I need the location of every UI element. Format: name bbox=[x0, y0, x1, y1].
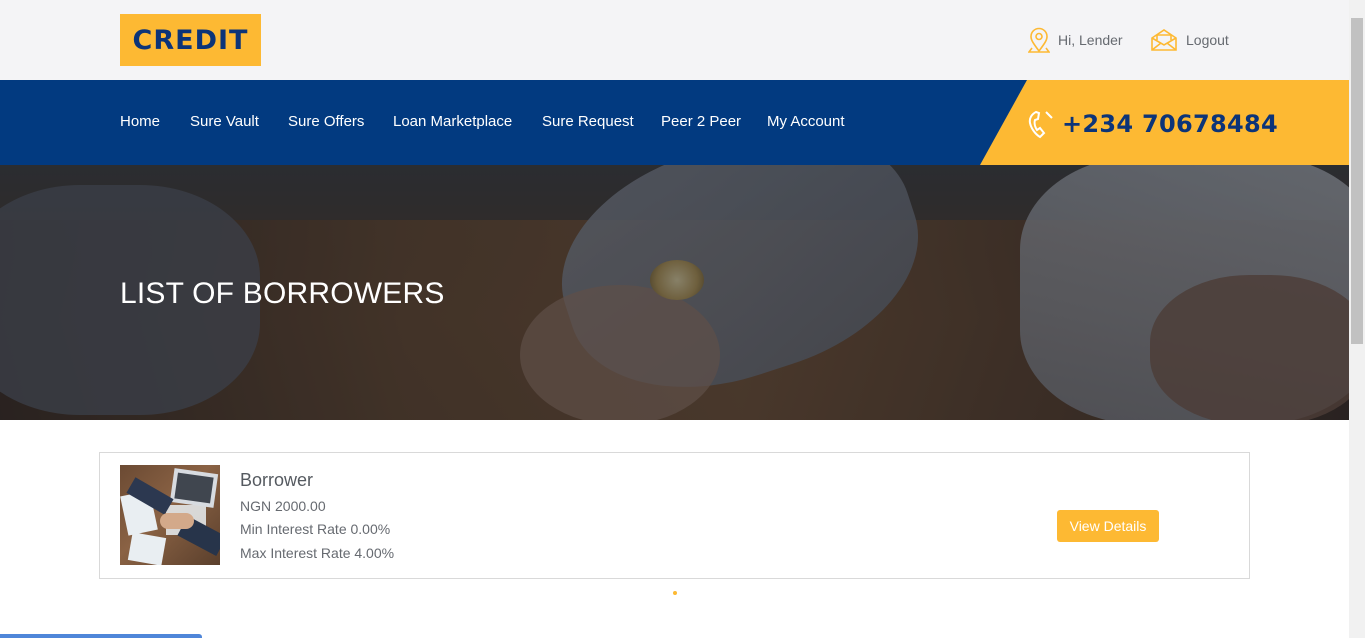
bottom-bar-strip bbox=[0, 634, 202, 638]
phone-icon bbox=[1026, 108, 1056, 145]
nav-item-my-account[interactable]: My Account bbox=[767, 113, 845, 130]
page-title: LIST OF BORROWERS bbox=[120, 277, 445, 310]
logout-label: Logout bbox=[1186, 32, 1229, 48]
thumb-paper bbox=[127, 532, 167, 565]
envelope-icon bbox=[1150, 28, 1178, 52]
phone-number[interactable]: +234 70678484 bbox=[1062, 110, 1278, 138]
map-pin-icon bbox=[1028, 27, 1050, 53]
user-greeting-link[interactable]: Hi, Lender bbox=[1028, 26, 1123, 54]
nav-item-peer-2-peer[interactable]: Peer 2 Peer bbox=[661, 113, 741, 130]
borrower-amount: NGN 2000.00 bbox=[240, 498, 326, 514]
nav-item-loan-marketplace[interactable]: Loan Marketplace bbox=[393, 113, 512, 130]
thumb-handshake bbox=[160, 513, 194, 529]
borrower-min-rate: Min Interest Rate 0.00% bbox=[240, 521, 391, 537]
nav-item-sure-request[interactable]: Sure Request bbox=[542, 113, 634, 130]
logout-link[interactable]: Logout bbox=[1150, 26, 1229, 54]
user-greeting-label: Hi, Lender bbox=[1058, 32, 1123, 48]
pagination-dot[interactable] bbox=[673, 591, 677, 595]
nav-item-home[interactable]: Home bbox=[120, 113, 160, 130]
nav-item-sure-offers[interactable]: Sure Offers bbox=[288, 113, 364, 130]
nav-item-sure-vault[interactable]: Sure Vault bbox=[190, 113, 259, 130]
borrower-max-rate: Max Interest Rate 4.00% bbox=[240, 545, 395, 561]
hero-banner: LIST OF BORROWERS bbox=[0, 165, 1349, 420]
borrower-name: Borrower bbox=[240, 470, 314, 490]
scrollbar-thumb[interactable] bbox=[1351, 18, 1363, 344]
view-details-button[interactable]: View Details bbox=[1057, 510, 1159, 542]
site-logo[interactable]: CREDIT bbox=[120, 14, 261, 66]
thumb-laptop-screen bbox=[174, 472, 214, 504]
borrower-thumbnail bbox=[120, 465, 220, 565]
